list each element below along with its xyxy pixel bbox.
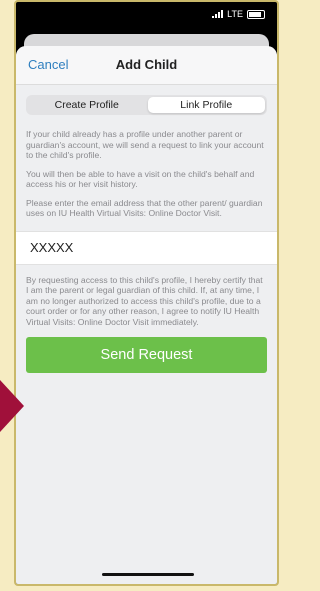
tab-create-profile[interactable]: Create Profile [28,97,146,113]
cellular-signal-icon [212,10,224,18]
email-field[interactable] [28,239,252,256]
email-field-row [16,230,277,265]
intro-paragraph: If your child already has a profile unde… [26,129,264,160]
cancel-button[interactable]: Cancel [28,57,68,72]
tab-link-profile[interactable]: Link Profile [147,97,265,113]
certification-paragraph: By requesting access to this child's pro… [26,274,263,327]
home-indicator [102,573,194,576]
status-indicators: LTE [212,9,265,19]
email-instruction-paragraph: Please enter the email address that the … [26,197,263,219]
visit-history-paragraph: You will then be able to have a visit on… [26,168,255,190]
add-child-sheet: Cancel Add Child Create Profile Link Pro… [16,46,277,584]
send-request-button[interactable]: Send Request [26,337,267,373]
status-bar: LTE [16,2,277,28]
pointer-arrow-icon [0,380,24,432]
nav-bar: Cancel Add Child [16,46,277,85]
battery-icon [247,9,265,19]
profile-segmented-control: Create Profile Link Profile [26,95,267,115]
network-type: LTE [227,9,243,19]
phone-frame: LTE Cancel Add Child Create Profile Link… [14,0,279,586]
